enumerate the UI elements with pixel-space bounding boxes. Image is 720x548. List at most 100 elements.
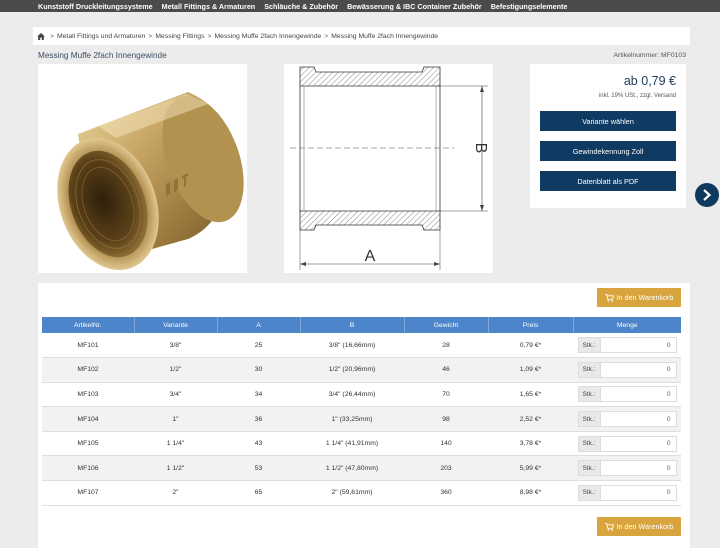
page-title: Messing Muffe 2fach Innengewinde [38, 50, 167, 60]
top-navigation: Kunststoff Druckleitungssysteme Metall F… [0, 0, 720, 12]
cart-button-label: In den Warenkorb [616, 522, 674, 531]
table-cell-preis: 0,79 €* [488, 333, 573, 359]
quantity-label: Stk.: [577, 435, 600, 452]
quantity-input[interactable] [599, 386, 677, 403]
home-icon[interactable] [37, 32, 45, 40]
breadcrumb-item[interactable]: Messing Fittings [155, 33, 204, 40]
quantity-group: Stk.: [573, 484, 681, 501]
table-cell-preis: 5,99 €* [488, 455, 573, 482]
title-row: Messing Muffe 2fach Innengewinde Artikel… [38, 49, 686, 61]
nav-item-befestigung[interactable]: Befestigungselemente [491, 2, 568, 11]
table-cell-menge: Stk.: [573, 333, 681, 359]
table-cell-gewicht: 360 [404, 480, 488, 506]
table-cell-preis: 8,98 €* [488, 480, 573, 506]
quantity-input[interactable] [599, 460, 677, 477]
table-cell-variante: 1 1/4" [134, 431, 217, 457]
variant-select-button[interactable]: Variante wählen [540, 111, 676, 131]
table-cell-gewicht: 203 [404, 455, 488, 482]
column-header: Menge [573, 317, 681, 333]
table-cell-a: 30 [217, 357, 300, 383]
column-header: A [217, 317, 301, 333]
quantity-input[interactable] [599, 484, 677, 501]
price: ab 0,79 € [623, 74, 676, 88]
quantity-group: Stk.: [573, 435, 681, 452]
quantity-input[interactable] [599, 361, 677, 378]
table-cell-gewicht: 46 [404, 357, 488, 383]
table-cell-b: 1/2" (20,96mm) [300, 357, 404, 383]
table-cell-b: 1 1/2" (47,80mm) [300, 455, 404, 482]
table-cell-a: 65 [217, 480, 300, 506]
quantity-group: Stk.: [573, 386, 681, 403]
column-header: Preis [488, 317, 574, 333]
nav-item-metall[interactable]: Metall Fittings & Armaturen [162, 2, 256, 11]
dimension-label-b: B [472, 143, 489, 154]
table-row: MF104 1" 36 1" (33,25mm) 98 2,52 €* Stk.: [42, 406, 681, 432]
nav-item-kunststoff[interactable]: Kunststoff Druckleitungssysteme [38, 2, 153, 11]
table-cell-a: 43 [217, 431, 300, 457]
table-cell-nr: MF105 [42, 431, 134, 457]
table-cell-gewicht: 70 [404, 382, 488, 408]
add-to-cart-button-bottom[interactable]: In den Warenkorb [597, 517, 681, 536]
table-cell-a: 25 [217, 333, 300, 359]
quantity-label: Stk.: [577, 361, 600, 378]
breadcrumb-item[interactable]: Messing Muffe 2fach Innengewinde [331, 33, 438, 40]
chevron-right-icon [703, 189, 712, 201]
product-photo [38, 64, 247, 273]
table-cell-variante: 2" [134, 480, 217, 506]
quantity-input[interactable] [599, 337, 677, 354]
quantity-group: Stk.: [573, 361, 681, 378]
table-cell-menge: Stk.: [573, 382, 681, 408]
table-cell-variante: 1" [134, 406, 217, 432]
table-cell-preis: 1,09 €* [488, 357, 573, 383]
brass-coupling-image [57, 92, 244, 270]
variants-panel: In den Warenkorb ArtikelNr. Variante A B… [38, 283, 690, 548]
quantity-input[interactable] [599, 435, 677, 452]
variants-table: ArtikelNr. Variante A B Gewicht Preis Me… [42, 317, 681, 506]
table-row: MF102 1/2" 30 1/2" (20,96mm) 46 1,09 €* Stk.: [42, 357, 681, 383]
breadcrumb-item[interactable]: Metall Fittings und Armaturen [57, 33, 145, 40]
table-cell-nr: MF102 [42, 357, 134, 383]
customs-thread-button[interactable]: Gewindekennung Zoll [540, 141, 676, 161]
price-box: ab 0,79 € inkl. 19% USt., zzgl. Versand … [530, 64, 686, 208]
table-cell-nr: MF103 [42, 382, 134, 408]
add-to-cart-button-top[interactable]: In den Warenkorb [597, 288, 681, 307]
column-header: Gewicht [404, 317, 489, 333]
breadcrumb-separator: > [148, 32, 153, 40]
table-cell-nr: MF107 [42, 480, 134, 506]
table-cell-b: 3/4" (26,44mm) [300, 382, 404, 408]
cart-icon [604, 293, 614, 302]
column-header: Variante [134, 317, 218, 333]
table-cell-variante: 3/8" [134, 333, 217, 359]
table-cell-a: 34 [217, 382, 300, 408]
table-cell-nr: MF104 [42, 406, 134, 432]
table-cell-a: 53 [217, 455, 300, 482]
breadcrumb-item[interactable]: Messing Muffe 2fach Innengewinde [214, 33, 321, 40]
table-cell-menge: Stk.: [573, 431, 681, 457]
table-cell-gewicht: 140 [404, 431, 488, 457]
breadcrumb-separator: > [207, 32, 212, 40]
table-cell-menge: Stk.: [573, 406, 681, 432]
column-header: ArtikelNr. [42, 317, 135, 333]
technical-drawing: A B [284, 64, 493, 273]
nav-item-bewaesserung[interactable]: Bewässerung & IBC Container Zubehör [347, 2, 482, 11]
table-cell-variante: 1 1/2" [134, 455, 217, 482]
table-cell-menge: Stk.: [573, 480, 681, 506]
breadcrumb-separator: > [324, 32, 329, 40]
table-cell-b: 1 1/4" (41,91mm) [300, 431, 404, 457]
table-cell-nr: MF101 [42, 333, 134, 359]
quantity-group: Stk.: [573, 411, 681, 428]
nav-item-schlaeuche[interactable]: Schläuche & Zubehör [264, 2, 338, 11]
next-arrow-button[interactable] [695, 183, 719, 207]
quantity-label: Stk.: [577, 460, 600, 477]
table-row: MF106 1 1/2" 53 1 1/2" (47,80mm) 203 5,99 €* S… [42, 455, 681, 482]
table-row: MF105 1 1/4" 43 1 1/4" (41,91mm) 140 3,78 €* S… [42, 431, 681, 457]
breadcrumb: > Metall Fittings und Armaturen > Messin… [33, 27, 690, 45]
cart-button-label: In den Warenkorb [616, 293, 674, 302]
table-cell-nr: MF106 [42, 455, 134, 482]
quantity-label: Stk.: [577, 484, 600, 501]
datasheet-pdf-button[interactable]: Datenblatt als PDF [540, 171, 676, 191]
quantity-input[interactable] [599, 411, 677, 428]
table-cell-menge: Stk.: [573, 357, 681, 383]
article-number: Artikelnummer: MF0103 [613, 51, 686, 59]
breadcrumb-separator: > [50, 32, 54, 40]
